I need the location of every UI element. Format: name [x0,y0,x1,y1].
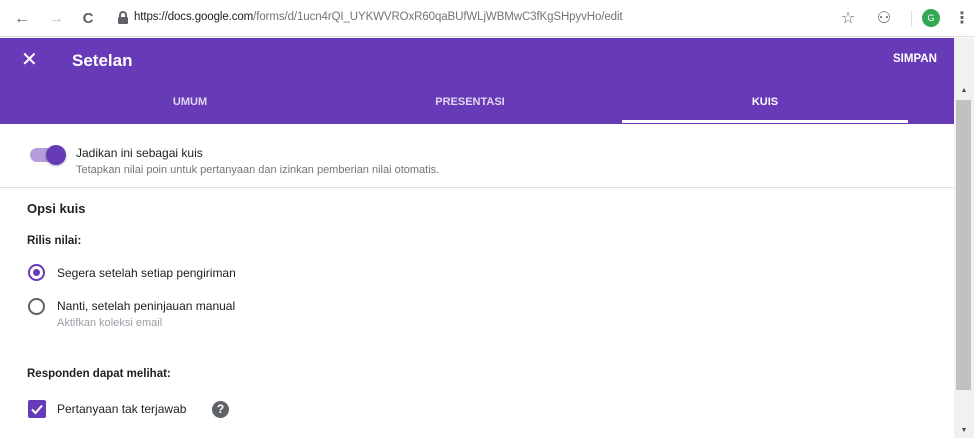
option-manual-review-label[interactable]: Nanti, setelah peninjauan manual [57,299,235,313]
toggle-knob [46,145,66,165]
quiz-toggle[interactable] [30,145,66,165]
scroll-up-icon[interactable]: ▲ [954,84,974,98]
quiz-settings-panel: Jadikan ini sebagai kuis Tetapkan nilai … [0,124,954,438]
missed-questions-label[interactable]: Pertanyaan tak terjawab [57,402,186,416]
tab-presentasi[interactable]: PRESENTASI [370,86,570,124]
release-grade-label: Rilis nilai: [27,235,82,247]
menu-icon[interactable]: ⋮ [952,9,972,29]
scroll-thumb[interactable] [956,100,971,390]
extension-icon[interactable]: ⚇ [874,9,894,29]
scroll-down-icon[interactable]: ▼ [954,424,974,438]
url-text: https://docs.google.com/forms/d/1ucn4rQI… [134,11,623,23]
quiz-options-title: Opsi kuis [27,201,86,216]
forward-icon[interactable]: → [46,9,66,29]
url-path: /forms/d/1ucn4rQI_UYKWVROxR60qaBUfWLjWBM… [253,11,623,23]
help-icon[interactable]: ? [212,401,229,418]
star-icon[interactable]: ☆ [838,9,858,29]
radio-manual-review[interactable] [28,298,45,315]
checkbox-missed-questions[interactable] [28,400,46,418]
settings-header: ✕ Setelan SIMPAN UMUM PRESENTASI KUIS [0,38,954,124]
option-manual-review-sublabel: Aktifkan koleksi email [57,317,163,329]
close-icon[interactable]: ✕ [21,49,41,71]
active-tab-indicator [622,120,908,123]
section-divider [0,187,954,188]
tab-kuis[interactable]: KUIS [665,86,865,124]
option-immediately-label[interactable]: Segera setelah setiap pengiriman [57,266,236,280]
toolbar-divider [911,11,912,27]
back-icon[interactable]: ← [12,9,32,29]
quiz-toggle-description: Tetapkan nilai poin untuk pertanyaan dan… [76,164,440,176]
respondents-can-see-label: Responden dapat melihat: [27,368,171,380]
url-domain: https://docs.google.com [134,11,254,23]
checkmark-icon [31,404,43,415]
address-bar[interactable]: https://docs.google.com/forms/d/1ucn4rQI… [112,6,832,30]
profile-avatar[interactable]: G [922,9,940,27]
reload-icon[interactable]: C [78,9,98,29]
page-title: Setelan [72,51,133,70]
save-button[interactable]: SIMPAN [893,53,937,65]
lock-icon [118,11,128,25]
tab-umum[interactable]: UMUM [90,86,290,124]
radio-dot [33,269,40,276]
browser-toolbar: ← → C https://docs.google.com/forms/d/1u… [0,0,974,37]
quiz-toggle-label: Jadikan ini sebagai kuis [76,146,203,160]
radio-immediately[interactable] [28,264,45,281]
